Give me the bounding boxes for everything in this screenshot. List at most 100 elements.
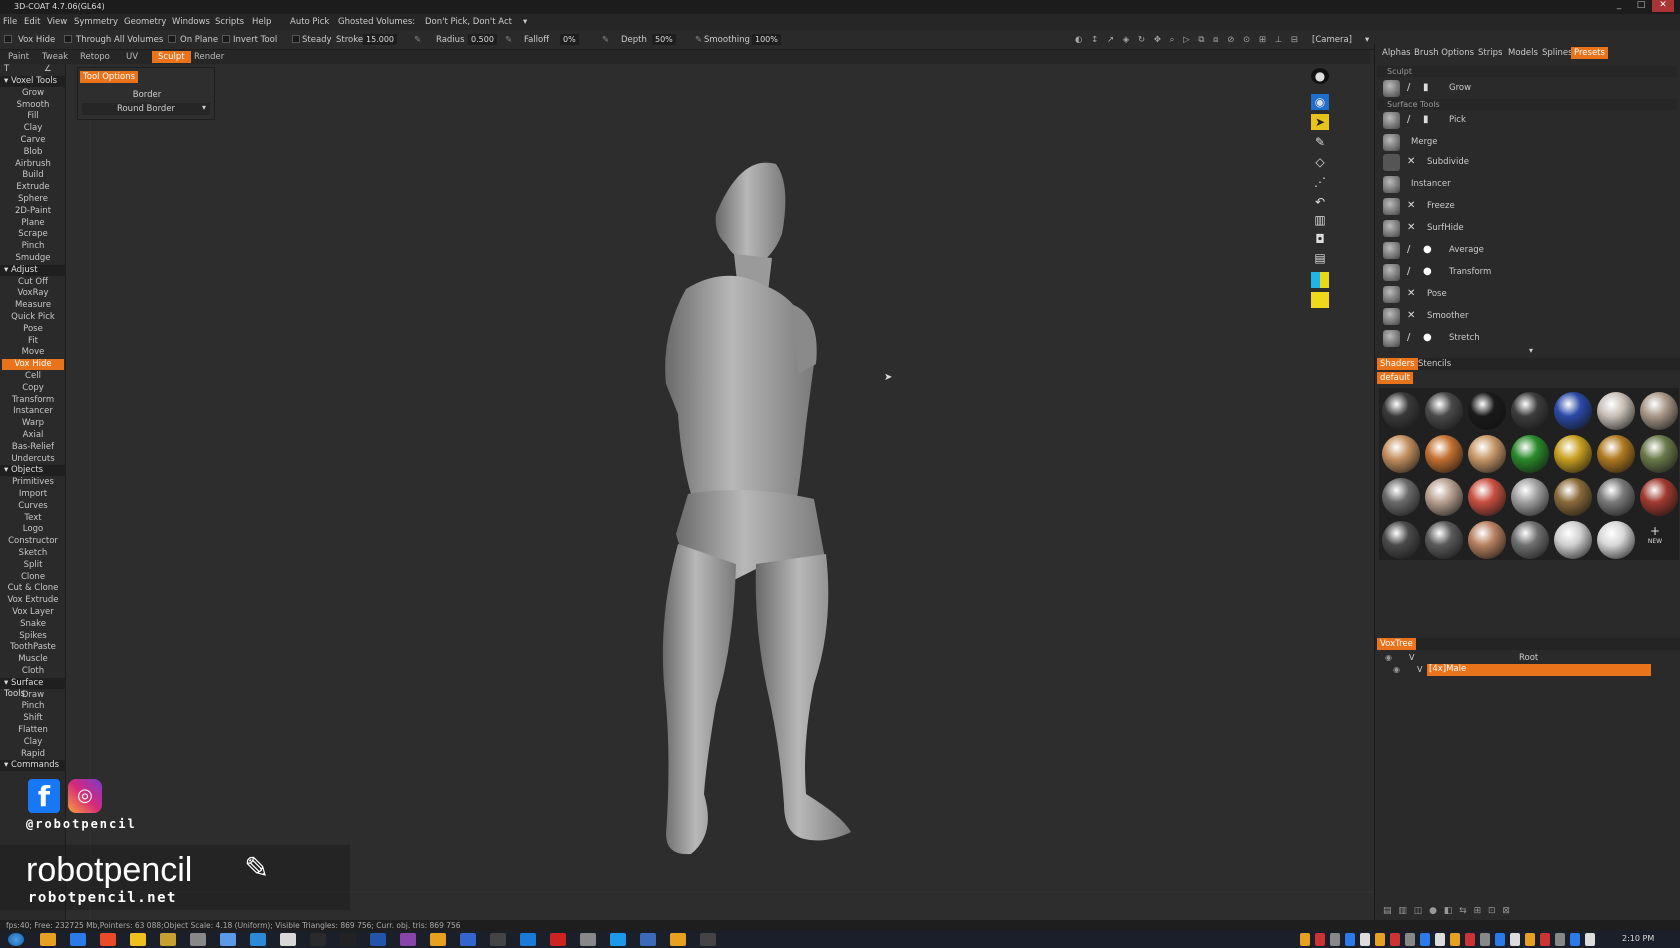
voxtree-item-row[interactable]: ◉ V [4x]Male [1379, 664, 1677, 676]
tool-draw[interactable]: Draw [2, 690, 64, 701]
taskbar-app-icon[interactable] [610, 933, 626, 946]
add-shader-button[interactable]: + [1643, 524, 1667, 538]
shader-swatch[interactable] [1597, 435, 1635, 473]
invert-tool-checkbox[interactable] [222, 35, 230, 43]
taskbar-app-icon[interactable] [700, 933, 716, 946]
depth-value[interactable]: 50% [652, 34, 676, 45]
auto-pick-toggle[interactable]: Auto Pick [290, 17, 329, 27]
tab-retopo[interactable]: Retopo [74, 51, 116, 63]
curve-tool-icon[interactable]: ∠ [44, 64, 60, 75]
tool-transform[interactable]: Transform [2, 395, 64, 406]
preset-smoother[interactable]: ✕ Smoother [1381, 306, 1671, 326]
tool-airbrush[interactable]: Airbrush [2, 159, 64, 170]
tool-instancer[interactable]: Instancer [2, 406, 64, 417]
tool-fill[interactable]: Fill [2, 111, 64, 122]
pointer-icon[interactable]: ➤ [1311, 114, 1329, 130]
tray-icon[interactable] [1465, 933, 1475, 946]
surface-section-header[interactable]: Surface Tools [1377, 99, 1677, 110]
taskbar-app-icon[interactable] [100, 933, 116, 946]
taskbar-app-icon[interactable] [40, 933, 56, 946]
camera-icon[interactable]: ◘ [1311, 231, 1329, 247]
preset-instancer[interactable]: Instancer [1381, 174, 1671, 194]
voxtree-item-label[interactable]: [4x]Male [1427, 664, 1651, 676]
tool-undercuts[interactable]: Undercuts [2, 454, 64, 465]
tab-tweak[interactable]: Tweak [36, 51, 74, 63]
voxtree-root-row[interactable]: ◉ V Root [1379, 652, 1677, 664]
preset-transform[interactable]: / ● Transform [1381, 262, 1671, 282]
tool-text[interactable]: Text [2, 513, 64, 524]
shader-swatch[interactable] [1425, 478, 1463, 516]
shader-swatch[interactable] [1382, 392, 1420, 430]
taskbar-app-icon[interactable] [520, 933, 536, 946]
tray-icon[interactable] [1585, 933, 1595, 946]
sculpt-section-header[interactable]: Sculpt [1377, 66, 1677, 77]
undo-icon[interactable]: ↶ [1311, 194, 1329, 210]
shader-swatch[interactable] [1468, 521, 1506, 559]
tab-alphas[interactable]: Alphas [1379, 47, 1414, 59]
text-tool-icon[interactable]: T [4, 64, 24, 75]
tool-primitives[interactable]: Primitives [2, 477, 64, 488]
smoothing-value[interactable]: 100% [752, 34, 781, 45]
tray-icon[interactable] [1480, 933, 1490, 946]
tray-icon[interactable] [1540, 933, 1550, 946]
tool-build[interactable]: Build [2, 170, 64, 181]
radius-value[interactable]: 0.500 [468, 34, 497, 45]
tool-scrape[interactable]: Scrape [2, 229, 64, 240]
tool-vox-hide[interactable]: Vox Hide [2, 359, 64, 371]
tool-copy[interactable]: Copy [2, 383, 64, 394]
preset-merge[interactable]: Merge [1381, 132, 1671, 152]
preset-pick[interactable]: / ▮ Pick [1381, 110, 1671, 130]
tool-axial[interactable]: Axial [2, 430, 64, 441]
tool-blob[interactable]: Blob [2, 147, 64, 158]
tool-vox-layer[interactable]: Vox Layer [2, 607, 64, 618]
preset-subdivide[interactable]: ✕ Subdivide [1381, 152, 1671, 172]
taskbar-app-icon[interactable] [490, 933, 506, 946]
tab-render[interactable]: Render [188, 51, 230, 63]
tool-sphere[interactable]: Sphere [2, 194, 64, 205]
taskbar-app-icon[interactable] [160, 933, 176, 946]
tray-icon[interactable] [1495, 933, 1505, 946]
shader-swatch[interactable] [1640, 478, 1678, 516]
tool-curves[interactable]: Curves [2, 501, 64, 512]
preset-average[interactable]: / ● Average [1381, 240, 1671, 260]
menu-edit[interactable]: Edit [24, 17, 40, 27]
trash-icon[interactable]: ▥ [1311, 212, 1329, 228]
voxtree-title[interactable]: VoxTree [1377, 638, 1416, 650]
close-button[interactable]: ✕ [1652, 0, 1674, 12]
tab-presets[interactable]: Presets [1571, 47, 1608, 59]
border-select[interactable]: Round Border [82, 103, 210, 115]
tool-clay[interactable]: Clay [2, 737, 64, 748]
tray-icon[interactable] [1435, 933, 1445, 946]
taskbar-app-icon[interactable] [130, 933, 146, 946]
tool-fit[interactable]: Fit [2, 336, 64, 347]
taskbar-app-icon[interactable] [220, 933, 236, 946]
minimize-button[interactable]: _ [1608, 0, 1630, 12]
tool-cell[interactable]: Cell [2, 371, 64, 382]
maximize-button[interactable]: □ [1630, 0, 1652, 12]
eye-icon[interactable]: ◉ [1385, 653, 1392, 662]
tool-rapid[interactable]: Rapid [2, 749, 64, 760]
tool-cloth[interactable]: Cloth [2, 666, 64, 677]
tab-sculpt[interactable]: Sculpt [152, 51, 191, 63]
tag-icon[interactable]: ◇ [1311, 154, 1329, 170]
tool-smooth[interactable]: Smooth [2, 100, 64, 111]
tray-icon[interactable] [1345, 933, 1355, 946]
commands-header[interactable]: ▾ Commands [0, 760, 66, 772]
shader-swatch[interactable] [1468, 435, 1506, 473]
scroll-down-icon[interactable]: ▾ [1529, 346, 1533, 355]
tool-plane[interactable]: Plane [2, 218, 64, 229]
tray-icon[interactable] [1405, 933, 1415, 946]
chevron-down-icon[interactable]: ▾ [202, 103, 206, 112]
camera-select[interactable]: [Camera] [1312, 35, 1352, 45]
tool-measure[interactable]: Measure [2, 300, 64, 311]
tab-stencils[interactable]: Stencils [1415, 358, 1454, 370]
3d-viewport[interactable]: ➤ [66, 64, 1374, 920]
taskbar-app-icon[interactable] [250, 933, 266, 946]
tool-split[interactable]: Split [2, 560, 64, 571]
tray-icon[interactable] [1450, 933, 1460, 946]
taskbar-app-icon[interactable] [340, 933, 356, 946]
tool-muscle[interactable]: Muscle [2, 654, 64, 665]
tool-sketch[interactable]: Sketch [2, 548, 64, 559]
tool-move[interactable]: Move [2, 347, 64, 358]
taskbar-app-icon[interactable] [670, 933, 686, 946]
